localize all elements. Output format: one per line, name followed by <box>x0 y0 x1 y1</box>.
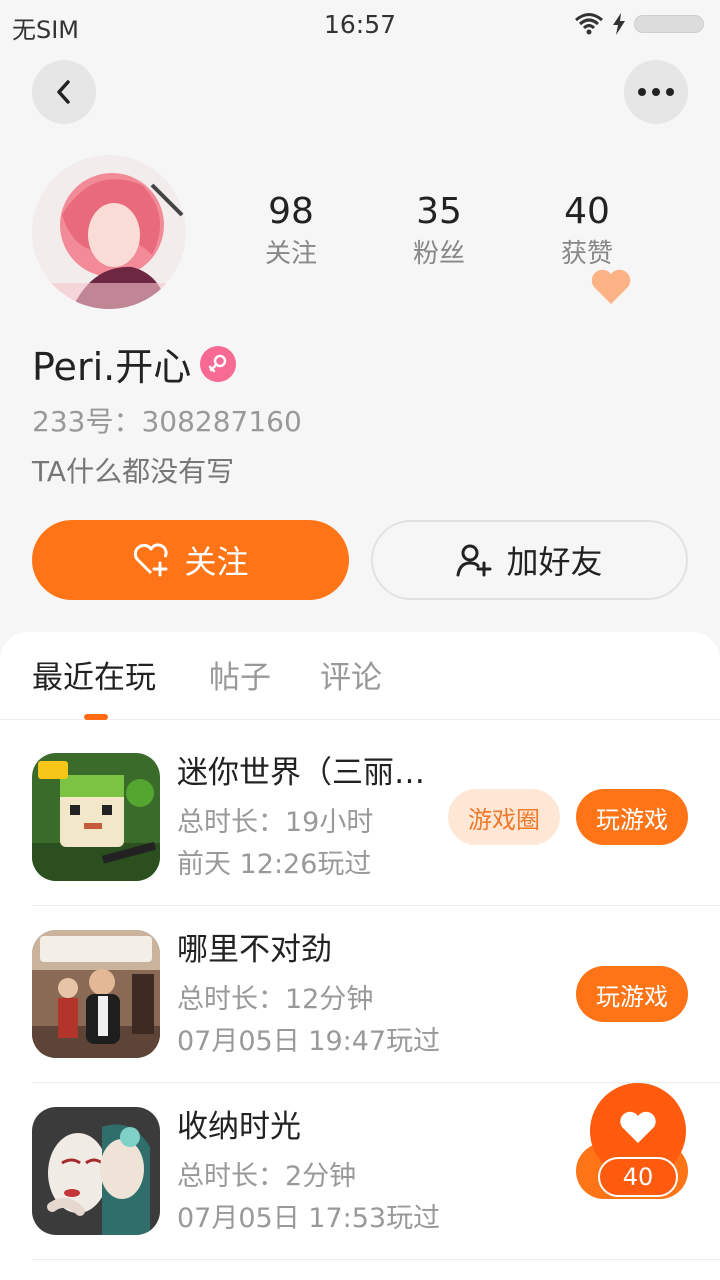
battery-icon <box>634 15 704 33</box>
divider <box>32 1082 720 1083</box>
game-last-played: 07月05日 17:53玩过 <box>177 1203 441 1234</box>
tab-bar: 最近在玩 帖子 评论 <box>0 632 720 720</box>
heart-icon <box>591 269 631 304</box>
game-title: 收纳时光 <box>177 1109 301 1145</box>
add-friend-label: 加好友 <box>506 543 603 581</box>
stat-value: 40 <box>564 191 610 232</box>
wifi-icon <box>575 13 603 35</box>
stat-value: 35 <box>416 191 462 232</box>
game-duration: 总时长：12分钟 <box>177 984 374 1015</box>
game-title: 哪里不对劲 <box>177 932 332 968</box>
play-game-button[interactable]: 玩游戏 <box>576 789 688 845</box>
more-button[interactable] <box>624 60 688 124</box>
game-duration: 总时长：2分钟 <box>177 1161 357 1192</box>
game-icon-wrong <box>32 930 160 1058</box>
game-last-played: 前天 12:26玩过 <box>177 849 372 880</box>
follow-button[interactable]: 关注 <box>32 520 349 600</box>
stat-fans[interactable]: 35 粉丝 <box>369 190 509 274</box>
like-count-badge: 40 <box>598 1157 678 1197</box>
list-item[interactable]: 迷你世界（三丽… 总时长：19小时 前天 12:26玩过 游戏圈 玩游戏 <box>0 753 720 929</box>
female-gender-icon <box>200 346 236 382</box>
avatar-illustration <box>32 155 186 309</box>
stat-label: 获赞 <box>560 239 613 269</box>
female-symbol-icon <box>208 354 227 373</box>
game-circle-button[interactable]: 游戏圈 <box>448 789 560 845</box>
follow-label: 关注 <box>184 543 249 581</box>
game-art <box>32 753 160 881</box>
user-id: 233号：308287160 <box>32 405 302 438</box>
tab-comments[interactable]: 评论 <box>320 656 382 700</box>
stat-likes[interactable]: 40 获赞 <box>517 190 657 274</box>
game-title: 迷你世界（三丽… <box>177 755 425 791</box>
stat-value: 98 <box>268 191 314 232</box>
back-button[interactable] <box>32 60 96 124</box>
charging-icon <box>613 13 625 35</box>
game-art <box>32 930 160 1058</box>
more-dots-icon <box>638 88 674 96</box>
game-art <box>32 1107 160 1235</box>
game-last-played: 07月05日 19:47玩过 <box>177 1026 441 1057</box>
stat-label: 关注 <box>264 239 317 269</box>
divider <box>32 905 720 906</box>
play-game-button[interactable]: 玩游戏 <box>576 966 688 1022</box>
stat-following[interactable]: 98 关注 <box>221 190 361 274</box>
tab-posts[interactable]: 帖子 <box>209 656 271 700</box>
avatar[interactable] <box>32 155 186 309</box>
chevron-left-icon <box>57 80 70 104</box>
heart-icon <box>620 1111 656 1143</box>
tab-indicator <box>84 714 108 720</box>
stat-label: 粉丝 <box>412 239 465 269</box>
add-friend-button[interactable]: 加好友 <box>371 520 688 600</box>
heart-plus-icon <box>134 543 169 577</box>
tab-recently-played[interactable]: 最近在玩 <box>32 656 156 700</box>
game-icon-mini-world <box>32 753 160 881</box>
list-item[interactable]: 哪里不对劲 总时长：12分钟 07月05日 19:47玩过 玩游戏 <box>0 930 720 1106</box>
status-bar: 无SIM 16:57 <box>0 0 720 50</box>
divider <box>32 1259 720 1260</box>
status-icons <box>574 12 704 36</box>
add-user-icon <box>456 544 492 577</box>
user-bio: TA什么都没有写 <box>32 455 235 488</box>
game-icon-storage-time <box>32 1107 160 1235</box>
user-name: Peri.开心 <box>32 345 192 389</box>
game-duration: 总时长：19小时 <box>177 807 374 838</box>
